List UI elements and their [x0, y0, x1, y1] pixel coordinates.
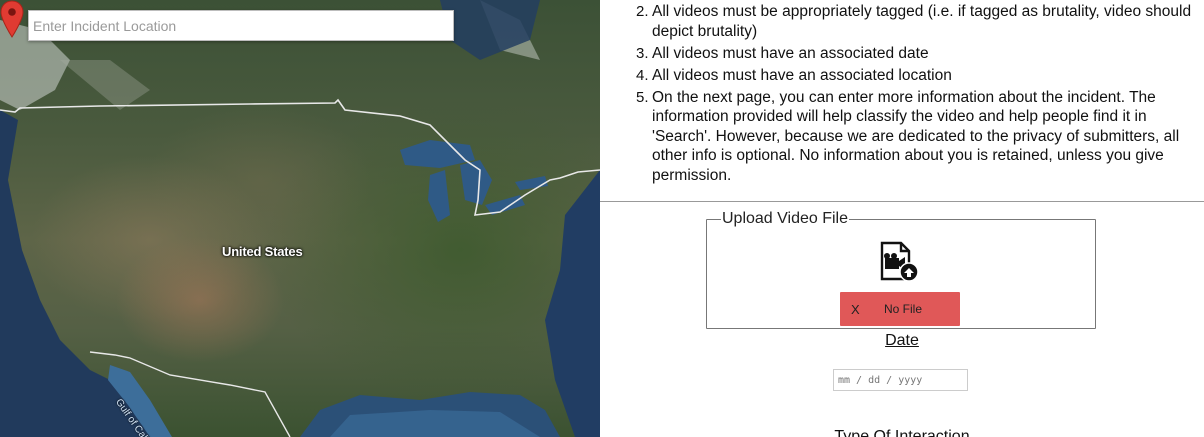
- rule-number: 2.: [636, 3, 649, 20]
- submission-panel: 2. All videos must be appropriately tagg…: [600, 0, 1204, 437]
- list-item: 5. On the next page, you can enter more …: [636, 88, 1204, 186]
- map-graphics: [0, 0, 600, 437]
- rules-list: 2. All videos must be appropriately tagg…: [600, 2, 1204, 185]
- rule-text: All videos must be appropriately tagged …: [652, 3, 1192, 40]
- rule-number: 4.: [636, 66, 649, 84]
- rule-number: 5.: [636, 88, 649, 106]
- rule-text: All videos must have an associated locat…: [652, 66, 952, 84]
- date-label: Date: [885, 332, 919, 349]
- location-pin-icon[interactable]: [0, 0, 24, 38]
- video-upload-icon[interactable]: [879, 241, 919, 283]
- clear-file-icon[interactable]: X: [851, 302, 860, 317]
- rule-text: On the next page, you can enter more inf…: [652, 88, 1180, 184]
- choose-file-button[interactable]: X No File: [840, 292, 960, 326]
- rule-text: All videos must have an associated date: [652, 44, 929, 62]
- list-item: 4. All videos must have an associated lo…: [636, 66, 1204, 86]
- map-panel[interactable]: United States Gulf of Cali: [0, 0, 600, 437]
- interaction-type-label: Type Of Interaction: [834, 428, 970, 437]
- incident-location-input[interactable]: [28, 10, 454, 41]
- upload-legend: Upload Video File: [722, 210, 849, 227]
- country-label: United States: [222, 244, 303, 259]
- list-item: 2. All videos must be appropriately tagg…: [636, 2, 1204, 41]
- list-item: 3. All videos must have an associated da…: [636, 44, 1204, 64]
- rule-number: 3.: [636, 44, 649, 62]
- date-input[interactable]: [833, 369, 968, 391]
- section-divider: [600, 201, 1204, 202]
- upload-video-fieldset: Upload Video File X No File: [706, 210, 1096, 329]
- file-name: No File: [884, 302, 923, 316]
